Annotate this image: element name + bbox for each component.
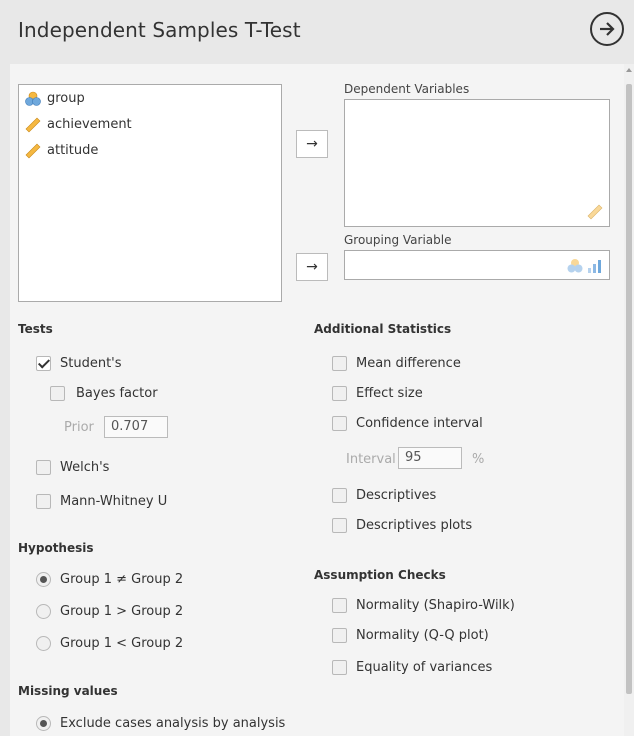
prior-input[interactable]: 0.707 <box>104 416 168 438</box>
prior-label: Prior <box>64 420 94 435</box>
grouping-variable-box[interactable] <box>344 250 610 280</box>
variable-label: attitude <box>47 143 99 158</box>
qq-plot-checkbox[interactable] <box>332 628 347 643</box>
hypothesis-title: Hypothesis <box>18 541 94 555</box>
grouping-variable-label: Grouping Variable <box>344 233 452 247</box>
missing-values-title: Missing values <box>18 684 118 698</box>
continuous-ruler-icon <box>587 204 603 220</box>
mean-difference-label: Mean difference <box>356 356 461 371</box>
hypothesis-neq-radio[interactable] <box>36 572 51 587</box>
exclude-analysis-label: Exclude cases analysis by analysis <box>60 716 286 731</box>
additional-statistics-title: Additional Statistics <box>314 322 452 336</box>
welch-checkbox[interactable] <box>36 460 51 475</box>
hypothesis-neq-label: Group 1 ≠ Group 2 <box>60 572 184 587</box>
hypothesis-lt-radio[interactable] <box>36 636 51 651</box>
interval-label: Interval <box>346 452 396 467</box>
exclude-analysis-radio[interactable] <box>36 716 51 731</box>
effect-size-checkbox[interactable] <box>332 386 347 401</box>
equality-variances-label: Equality of variances <box>356 660 493 675</box>
tests-title: Tests <box>18 322 53 336</box>
mean-difference-checkbox[interactable] <box>332 356 347 371</box>
header: Independent Samples T-Test <box>0 0 634 60</box>
move-to-dependent-button[interactable]: → <box>296 130 328 158</box>
scrollbar[interactable] <box>624 64 634 736</box>
confidence-interval-label: Confidence interval <box>356 416 483 431</box>
run-analysis-button[interactable] <box>590 12 624 46</box>
equality-variances-checkbox[interactable] <box>332 660 347 675</box>
dependent-variables-box[interactable] <box>344 99 610 227</box>
students-label: Student's <box>60 356 122 371</box>
descriptives-checkbox[interactable] <box>332 488 347 503</box>
students-checkbox[interactable] <box>36 356 51 371</box>
confidence-interval-checkbox[interactable] <box>332 416 347 431</box>
hypothesis-gt-radio[interactable] <box>36 604 51 619</box>
descriptives-label: Descriptives <box>356 488 437 503</box>
dependent-variables-label: Dependent Variables <box>344 82 470 96</box>
hypothesis-lt-label: Group 1 < Group 2 <box>60 636 184 651</box>
effect-size-label: Effect size <box>356 386 423 401</box>
interval-input[interactable]: 95 <box>398 447 462 469</box>
variable-label: group <box>47 91 85 106</box>
percent-label: % <box>472 452 485 467</box>
ordinal-bars-icon <box>588 260 601 273</box>
hypothesis-gt-label: Group 1 > Group 2 <box>60 604 184 619</box>
scroll-thumb[interactable] <box>626 84 632 694</box>
arrow-circle-right-icon <box>600 22 615 36</box>
nominal-icon <box>567 259 583 273</box>
page-title: Independent Samples T-Test <box>18 18 301 42</box>
continuous-ruler-icon <box>25 143 41 159</box>
scroll-up-icon[interactable] <box>626 68 632 72</box>
welch-label: Welch's <box>60 460 110 475</box>
continuous-ruler-icon <box>25 117 41 133</box>
qq-plot-label: Normality (Q-Q plot) <box>356 628 489 643</box>
descriptives-plots-checkbox[interactable] <box>332 518 347 533</box>
shapiro-wilk-label: Normality (Shapiro-Wilk) <box>356 598 515 613</box>
move-to-grouping-button[interactable]: → <box>296 253 328 281</box>
mann-whitney-checkbox[interactable] <box>36 494 51 509</box>
variable-list[interactable]: group achievement attitude <box>18 84 282 302</box>
bayes-factor-checkbox[interactable] <box>50 386 65 401</box>
nominal-icon <box>25 91 41 106</box>
bayes-factor-label: Bayes factor <box>76 386 158 401</box>
descriptives-plots-label: Descriptives plots <box>356 518 473 533</box>
assumption-checks-title: Assumption Checks <box>314 568 446 582</box>
variable-label: achievement <box>47 117 132 132</box>
shapiro-wilk-checkbox[interactable] <box>332 598 347 613</box>
mann-whitney-label: Mann-Whitney U <box>60 494 168 509</box>
